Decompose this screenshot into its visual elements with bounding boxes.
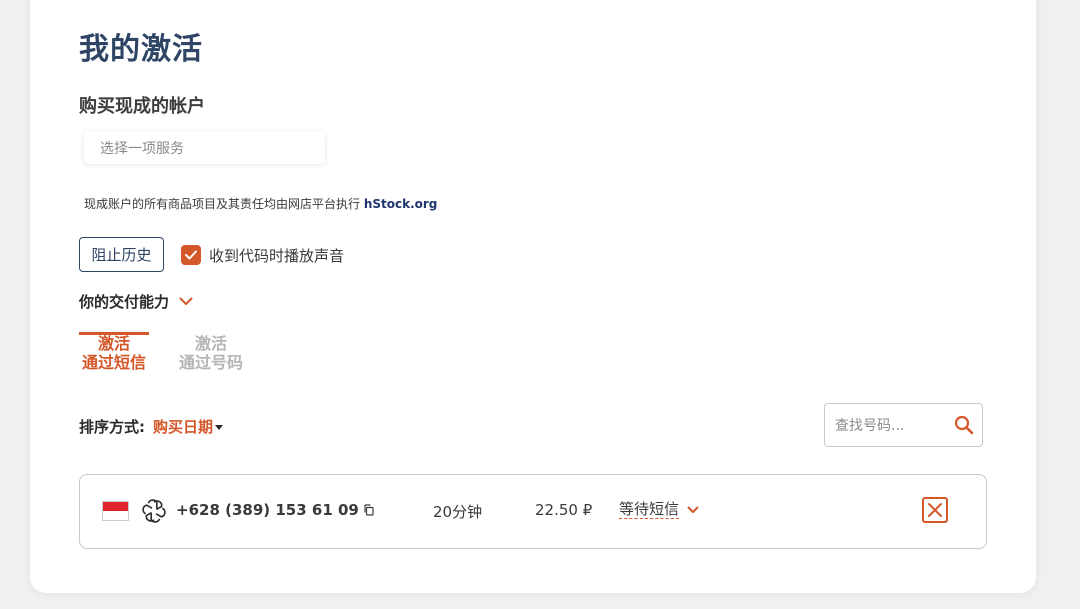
platform-note: 现成账户的所有商品项目及其责任均由网店平台执行 hStock.org — [84, 195, 437, 212]
openai-icon — [142, 499, 166, 523]
copy-icon[interactable] — [363, 504, 375, 516]
order-row: +628 (389) 153 61 09 20分钟 22.50 ₽ 等待短信 — [79, 474, 987, 549]
caret-down-icon — [215, 425, 224, 430]
tab-sms-activation[interactable]: 激活 通过短信 — [79, 332, 149, 372]
close-icon — [928, 503, 942, 517]
section-title: 购买现成的帐户 — [79, 96, 205, 117]
sort-value: 购买日期 — [153, 418, 214, 436]
indonesia-flag-icon — [102, 501, 129, 521]
sort-label: 排序方式: — [79, 418, 145, 436]
checkmark-icon — [185, 250, 197, 260]
number-search-input[interactable]: 查找号码... — [824, 403, 983, 447]
tab-sms-line1: 激活 — [97, 334, 130, 353]
search-placeholder: 查找号码... — [835, 418, 905, 434]
tab-number-line2: 通过号码 — [178, 353, 243, 372]
search-icon[interactable] — [954, 415, 974, 435]
service-select[interactable]: 选择一项服务 — [84, 131, 325, 164]
page-title: 我的激活 — [79, 32, 203, 67]
tab-sms-line2: 通过短信 — [81, 353, 146, 372]
order-status: 等待短信 — [619, 500, 680, 519]
chevron-down-icon — [687, 506, 699, 513]
cancel-order-button[interactable] — [922, 497, 948, 523]
block-history-button[interactable]: 阻止历史 — [79, 237, 164, 272]
sound-checkbox[interactable] — [181, 245, 201, 265]
hstock-link[interactable]: hStock.org — [364, 197, 438, 211]
order-price: 22.50 ₽ — [535, 501, 593, 519]
order-status-dropdown[interactable]: 等待短信 — [619, 501, 699, 519]
tab-number-line1: 激活 — [194, 334, 227, 353]
order-duration: 20分钟 — [433, 503, 483, 521]
capacity-label: 你的交付能力 — [79, 293, 170, 311]
service-select-placeholder: 选择一项服务 — [100, 141, 184, 157]
tab-number-activation[interactable]: 激活 通过号码 — [176, 334, 246, 372]
phone-number-text: +628 (389) 153 61 09 — [176, 501, 359, 519]
sound-checkbox-label[interactable]: 收到代码时播放声音 — [209, 245, 344, 266]
phone-number: +628 (389) 153 61 09 — [176, 501, 375, 519]
sort-control: 排序方式: 购买日期 — [79, 416, 224, 437]
note-text: 现成账户的所有商品项目及其责任均由网店平台执行 — [84, 197, 364, 211]
chevron-down-icon — [179, 297, 193, 305]
delivery-capacity-toggle[interactable]: 你的交付能力 — [79, 291, 193, 312]
sort-dropdown[interactable]: 购买日期 — [153, 416, 224, 437]
